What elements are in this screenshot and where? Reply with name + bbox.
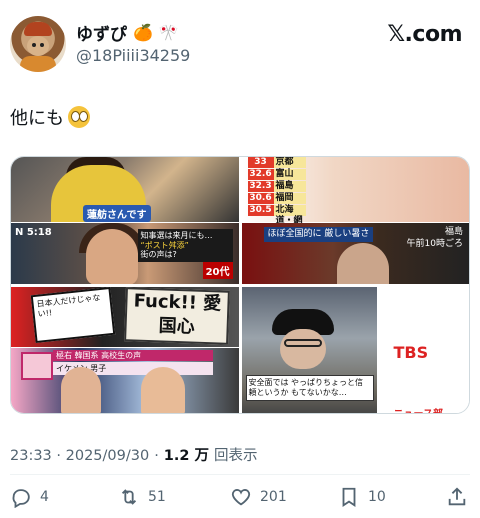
retweet-count: 51 bbox=[148, 489, 166, 505]
temp-city: 富山 bbox=[273, 169, 306, 180]
share-icon bbox=[448, 487, 466, 506]
temp-row: 30.6 福岡 bbox=[247, 193, 306, 204]
tweet-text: 他にも bbox=[10, 104, 90, 130]
tweet-meta: 23:33 · 2025/09/30 · 1.2 万 回表示 bbox=[10, 444, 258, 465]
eyes-emoji-icon bbox=[68, 106, 90, 128]
views-label: 回表示 bbox=[214, 448, 258, 464]
tweet-timestamp[interactable]: 23:33 · 2025/09/30 bbox=[10, 448, 149, 464]
tile1-ticker: 知事選は来月にも… “ポスト舛添” 街の声は? bbox=[137, 229, 233, 262]
temp-value: 32.6 bbox=[247, 169, 274, 180]
reply-button[interactable]: 4 bbox=[10, 484, 49, 510]
tile1-time: N 5:18 bbox=[15, 227, 52, 238]
avatar-eye bbox=[40, 43, 44, 47]
temp-value: 33 bbox=[247, 157, 274, 168]
tile3-top-photo: 日本人だけじゃない!! Fuck!! 愛国心 bbox=[11, 286, 239, 347]
temp-row: 32.3 福島 bbox=[247, 181, 306, 192]
media-tile-1[interactable]: 蓮舫さんです N 5:18 知事選は来月にも… “ポスト舛添” 街の声は? 20… bbox=[11, 157, 239, 284]
views-count: 1.2 万 bbox=[163, 448, 210, 464]
tile1-face bbox=[86, 229, 138, 284]
reply-count: 4 bbox=[40, 489, 49, 505]
retweet-button[interactable]: 51 bbox=[118, 484, 166, 510]
temp-row: 30.5北海道・網走 bbox=[247, 205, 306, 237]
tile3-face-a bbox=[61, 366, 101, 413]
avatar-eye bbox=[32, 43, 36, 47]
tile2-top-photo: 33京都 32.6富山 32.3福島 30.6福岡 30.5北海道・網走 bbox=[241, 157, 469, 237]
avatar-cap bbox=[24, 22, 52, 36]
temp-value: 32.3 bbox=[247, 181, 274, 192]
tile1-ticker-line2: “ポスト舛添” bbox=[140, 240, 189, 250]
temp-value: 30.5 bbox=[247, 205, 274, 216]
avatar-shirt bbox=[20, 56, 56, 72]
tile3-sign-right: Fuck!! 愛国心 bbox=[124, 286, 230, 345]
meta-separator: · bbox=[154, 448, 159, 464]
flags-emoji-icon: 🎌 bbox=[158, 22, 179, 42]
tile1-top-photo: 蓮舫さんです bbox=[11, 157, 239, 222]
tile2-location-time: 午前10時ごろ bbox=[406, 238, 463, 249]
tile3-face-b bbox=[141, 366, 185, 413]
tile1-tag: 20代 bbox=[202, 262, 233, 279]
share-button[interactable] bbox=[446, 484, 468, 510]
display-name[interactable]: ゆずぴ bbox=[76, 20, 127, 45]
orange-emoji-icon: 🍊 bbox=[133, 22, 153, 42]
like-icon bbox=[231, 489, 251, 506]
temp-row: 32.6 富山 bbox=[247, 169, 306, 180]
action-bar: 4 51 201 10 bbox=[10, 484, 470, 510]
tile2-face bbox=[336, 243, 389, 284]
like-button[interactable]: 201 bbox=[230, 484, 287, 510]
tile4-face bbox=[279, 328, 326, 369]
tbs-logo-sub: ニュース部 bbox=[394, 405, 444, 414]
temperature-board: 33京都 32.6富山 32.3福島 30.6福岡 30.5北海道・網走 bbox=[247, 157, 306, 237]
tile1-caption: 蓮舫さんです bbox=[83, 205, 151, 222]
temp-row: 33 京都 bbox=[247, 157, 306, 168]
tile4-photo: 安全面では やっぱりちょっと信頼というか もてないかな… bbox=[241, 286, 377, 413]
temp-city: 福島 bbox=[273, 181, 306, 192]
media-tile-3[interactable]: 日本人だけじゃない!! Fuck!! 愛国心 極右 韓国系 高校生の声 イケメン… bbox=[11, 286, 239, 413]
tile4-logo-panel: TBS ニュース部 bbox=[377, 286, 469, 414]
temp-city: 福岡 bbox=[273, 193, 306, 204]
tile2-location: 福島 午前10時ごろ bbox=[407, 227, 463, 250]
bookmark-icon bbox=[342, 487, 356, 507]
tile3-ticker: 極右 韓国系 高校生の声 bbox=[53, 349, 213, 362]
like-count: 201 bbox=[260, 489, 287, 505]
tile4-caption: 安全面では やっぱりちょっと信頼というか もてないかな… bbox=[245, 374, 374, 401]
tile4-glasses bbox=[283, 338, 322, 347]
tweet-text-content: 他にも bbox=[10, 108, 64, 129]
bookmark-count: 10 bbox=[368, 489, 386, 505]
avatar-face bbox=[27, 36, 49, 56]
retweet-icon bbox=[121, 489, 137, 505]
temp-value: 30.6 bbox=[247, 193, 274, 204]
tile1-ticker-line3: 街の声は? bbox=[140, 250, 177, 260]
tile1-ticker-line1: 知事選は来月にも… bbox=[140, 231, 213, 240]
tile3-thumbnail bbox=[21, 351, 53, 380]
tile1-bottom-photo: N 5:18 知事選は来月にも… “ポスト舛添” 街の声は? 20代 bbox=[11, 223, 239, 284]
tile3-sign-left: 日本人だけじゃない!! bbox=[30, 286, 116, 343]
tbs-logo: TBS bbox=[393, 342, 429, 362]
x-com-logo: 𝕏.com bbox=[387, 22, 462, 47]
name-line[interactable]: ゆずぴ 🍊 🎌 bbox=[76, 20, 179, 45]
tweet-header: ゆずぴ 🍊 🎌 @18Piiii34259 𝕏.com bbox=[10, 14, 470, 74]
temp-city: 京都 bbox=[273, 157, 306, 168]
tile2-location-name: 福島 bbox=[444, 227, 463, 237]
reply-icon bbox=[12, 489, 30, 508]
user-handle[interactable]: @18Piiii34259 bbox=[76, 46, 190, 65]
bookmark-button[interactable]: 10 bbox=[338, 484, 386, 510]
avatar[interactable] bbox=[10, 16, 66, 72]
temp-city: 北海道・網走 bbox=[273, 205, 306, 237]
tile2-caption: ほぼ全国的に 厳しい暑さ bbox=[263, 227, 374, 242]
media-grid[interactable]: 蓮舫さんです N 5:18 知事選は来月にも… “ポスト舛添” 街の声は? 20… bbox=[10, 156, 470, 414]
media-tile-4[interactable]: 安全面では やっぱりちょっと信頼というか もてないかな… TBS ニュース部 bbox=[241, 286, 469, 414]
media-tile-2[interactable]: 33京都 32.6富山 32.3福島 30.6福岡 30.5北海道・網走 ほぼ全… bbox=[241, 157, 469, 284]
divider bbox=[10, 474, 470, 475]
